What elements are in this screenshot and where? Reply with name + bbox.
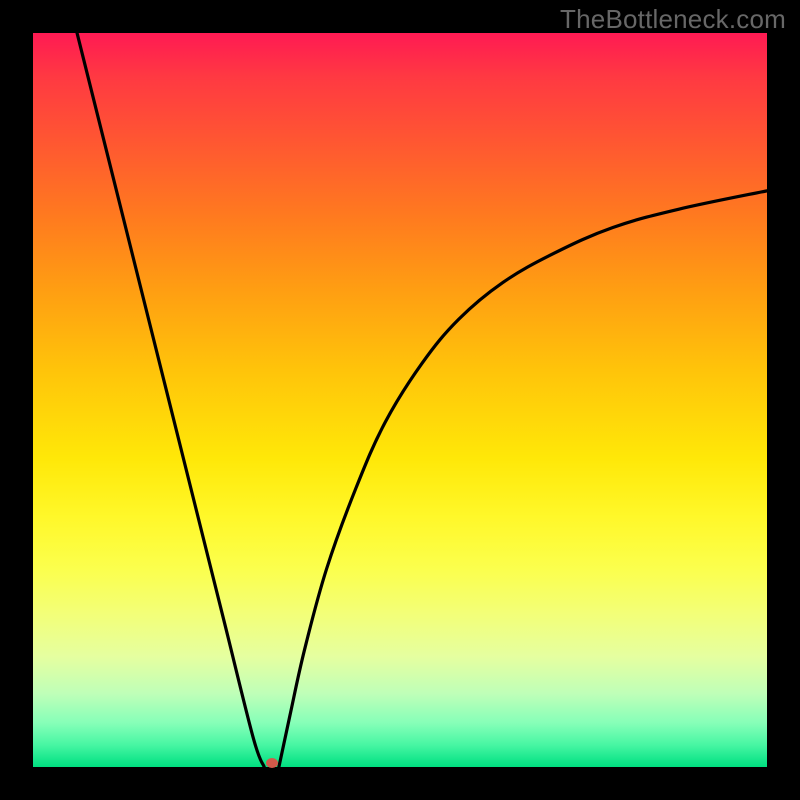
bottleneck-curve [33, 33, 767, 767]
watermark-text: TheBottleneck.com [560, 4, 786, 35]
plot-area [33, 33, 767, 767]
optimum-marker [266, 758, 278, 768]
chart-frame: TheBottleneck.com [0, 0, 800, 800]
